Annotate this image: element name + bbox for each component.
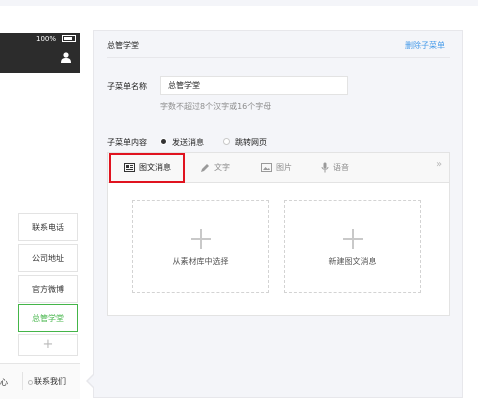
- create-news-label: 新建图文消息: [328, 257, 377, 266]
- submenu-name-label: 子菜单名称: [107, 82, 147, 91]
- panel-pointer-fill: [88, 375, 94, 387]
- microphone-icon: [321, 162, 329, 173]
- tab-text-label: 文字: [214, 163, 230, 172]
- submenu-item-address[interactable]: 公司地址: [18, 244, 78, 272]
- more-tabs-icon[interactable]: »: [436, 159, 442, 170]
- jump-webpage-radio[interactable]: [223, 138, 230, 145]
- delete-submenu-link[interactable]: 删除子菜单: [405, 40, 445, 51]
- panel-title: 总管学堂: [107, 41, 139, 50]
- tab-image[interactable]: 图片: [261, 153, 292, 182]
- create-news-card[interactable]: 新建图文消息: [284, 200, 421, 293]
- tab-image-label: 图片: [276, 163, 292, 172]
- tab-text[interactable]: 文字: [200, 153, 230, 182]
- tab-voice[interactable]: 语音: [321, 153, 349, 182]
- tab-voice-label: 语音: [333, 163, 349, 172]
- submenu-name-input[interactable]: 总管学堂: [160, 76, 348, 95]
- submenu-item-weibo[interactable]: 官方微博: [18, 275, 78, 303]
- menu-item-partial[interactable]: 心: [0, 377, 8, 388]
- send-message-label[interactable]: 发送消息: [172, 137, 204, 148]
- top-separator: [0, 0, 478, 6]
- submenu-item-phone[interactable]: 联系电话: [18, 213, 78, 241]
- plus-icon: [343, 229, 363, 249]
- add-submenu-button[interactable]: +: [18, 334, 78, 356]
- image-icon: [261, 163, 272, 172]
- battery-icon: [62, 35, 76, 42]
- divider: [107, 57, 450, 58]
- submenu-content-label: 子菜单内容: [107, 138, 147, 147]
- submenu-item-academy[interactable]: 总管学堂: [18, 304, 78, 332]
- send-message-radio[interactable]: [160, 138, 167, 145]
- menu-dot-icon: [28, 380, 33, 385]
- battery-percent: 100%: [36, 35, 57, 43]
- selected-tab-highlight: [109, 153, 185, 183]
- menu-item-contact[interactable]: 联系我们: [34, 376, 66, 387]
- jump-webpage-label[interactable]: 跳转网页: [235, 137, 267, 148]
- submenu-name-hint: 字数不超过8个汉字或16个字母: [160, 102, 272, 111]
- pencil-icon: [201, 163, 209, 172]
- plus-icon: [191, 229, 211, 249]
- user-icon[interactable]: [60, 51, 72, 63]
- select-from-library-label: 从素材库中选择: [172, 257, 229, 266]
- menu-divider: [22, 372, 23, 390]
- select-from-library-card[interactable]: 从素材库中选择: [132, 200, 269, 293]
